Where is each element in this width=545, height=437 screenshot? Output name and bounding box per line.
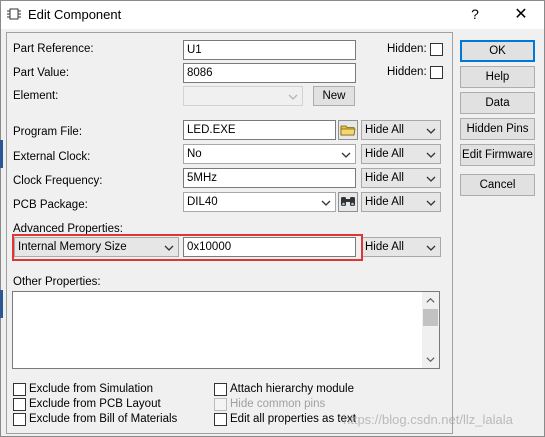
part-value-label: Part Value: (13, 67, 70, 79)
part-reference-label: Part Reference: (13, 43, 94, 55)
scrollbar-thumb[interactable] (423, 309, 438, 326)
edit-component-dialog: Edit Component ? ✕ Part Reference: U1 Hi… (0, 0, 545, 437)
part-value-input[interactable]: 8086 (183, 63, 356, 83)
exclude-simulation-checkbox[interactable] (13, 383, 26, 396)
chevron-down-icon (288, 94, 298, 100)
part-value-hidden-checkbox[interactable] (430, 66, 443, 79)
part-reference-input[interactable]: U1 (183, 40, 356, 60)
clock-frequency-label: Clock Frequency: (13, 175, 103, 187)
external-clock-select[interactable]: No (183, 144, 356, 164)
exclude-bom-checkbox[interactable] (13, 413, 26, 426)
exclude-simulation-label: Exclude from Simulation (29, 383, 153, 395)
help-button[interactable]: Help (460, 66, 535, 88)
exclude-pcb-label: Exclude from PCB Layout (29, 398, 161, 410)
other-properties-label: Other Properties: (13, 276, 101, 288)
hidden-label: Hidden: (387, 43, 427, 55)
package-browser-button[interactable] (338, 192, 358, 212)
other-properties-textarea[interactable] (12, 291, 440, 369)
chevron-down-icon (426, 200, 436, 206)
pcb-package-label: PCB Package: (13, 199, 88, 211)
chevron-down-icon[interactable] (425, 354, 436, 365)
window-title: Edit Component (28, 7, 122, 22)
attach-hierarchy-checkbox[interactable] (214, 383, 227, 396)
watermark-text: https://blog.csdn.net/llz_lalala (343, 412, 513, 427)
ok-button[interactable]: OK (460, 40, 535, 62)
data-button[interactable]: Data (460, 92, 535, 114)
close-button[interactable]: ✕ (503, 2, 539, 27)
chevron-down-icon (341, 152, 351, 158)
attach-hierarchy-label: Attach hierarchy module (230, 383, 355, 395)
pcb-package-select[interactable]: DIL40 (183, 192, 336, 212)
component-icon (7, 8, 21, 20)
external-clock-label: External Clock: (13, 151, 91, 163)
hidden-pins-button[interactable]: Hidden Pins (460, 118, 535, 140)
clock-frequency-input[interactable]: 5MHz (183, 168, 356, 188)
element-label: Element: (13, 90, 59, 102)
element-select[interactable] (183, 86, 303, 106)
binoculars-icon (341, 197, 355, 206)
edit-all-as-text-label: Edit all properties as text (230, 413, 356, 425)
exclude-pcb-checkbox[interactable] (13, 398, 26, 411)
edit-all-as-text-checkbox[interactable] (214, 413, 227, 426)
hide-common-pins-checkbox[interactable] (214, 398, 227, 411)
browse-file-button[interactable] (338, 120, 358, 140)
hide-common-pins-label: Hide common pins (230, 398, 326, 410)
chevron-down-icon (426, 176, 436, 182)
edit-firmware-button[interactable]: Edit Firmware (460, 144, 535, 166)
cancel-button[interactable]: Cancel (460, 174, 535, 196)
background-window-edge (0, 140, 3, 168)
vertical-scrollbar[interactable] (422, 292, 439, 368)
chevron-down-icon (321, 200, 331, 206)
background-window-edge (0, 290, 3, 318)
folder-icon (340, 125, 356, 136)
help-title-button[interactable]: ? (457, 2, 493, 27)
chevron-down-icon (426, 245, 436, 251)
chevron-up-icon[interactable] (425, 295, 436, 306)
red-highlight-box (12, 234, 363, 261)
part-reference-hidden-checkbox[interactable] (430, 43, 443, 56)
program-file-input[interactable]: LED.EXE (183, 120, 336, 140)
program-file-label: Program File: (13, 126, 83, 138)
hidden-label: Hidden: (387, 66, 427, 78)
chevron-down-icon (426, 128, 436, 134)
title-bar[interactable]: Edit Component ? ✕ (1, 1, 544, 29)
new-element-button[interactable]: New (313, 86, 355, 106)
exclude-bom-label: Exclude from Bill of Materials (29, 413, 178, 425)
chevron-down-icon (426, 152, 436, 158)
